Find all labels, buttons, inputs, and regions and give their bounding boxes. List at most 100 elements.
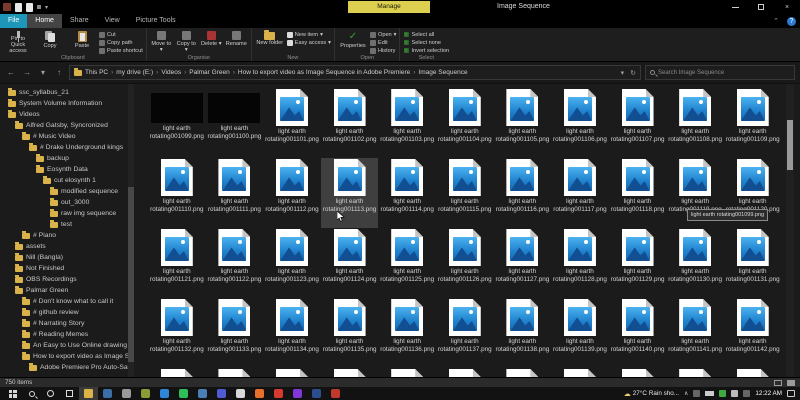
file-item[interactable]: light earth rotating001138.png xyxy=(494,298,552,368)
tray-app-icon[interactable] xyxy=(693,390,701,397)
taskbar-app-green[interactable] xyxy=(174,387,193,400)
help-icon[interactable]: ? xyxy=(787,16,796,26)
file-item[interactable]: light earth rotating001106.png xyxy=(551,88,609,158)
task-view-button[interactable] xyxy=(60,387,79,400)
new-folder-button[interactable]: New folder xyxy=(255,30,285,54)
file-item[interactable]: light earth rotating001136.png xyxy=(378,298,436,368)
file-item[interactable] xyxy=(378,368,436,377)
sidebar-item[interactable]: How to export video as Image S xyxy=(0,351,146,362)
history-button[interactable]: History xyxy=(369,47,397,54)
sidebar-item[interactable]: System Volume Information xyxy=(0,98,146,109)
taskbar-app-olive[interactable] xyxy=(136,387,155,400)
tab-view[interactable]: View xyxy=(97,14,128,28)
tray-green-icon[interactable] xyxy=(719,390,727,397)
file-item[interactable] xyxy=(263,368,321,377)
sidebar-item[interactable]: Videos xyxy=(0,109,146,120)
minimize-button[interactable] xyxy=(722,0,748,14)
file-item[interactable]: light earth rotating001130.png xyxy=(666,228,724,298)
file-item[interactable]: light earth rotating001112.png xyxy=(263,158,321,228)
collapse-ribbon-icon[interactable]: ⌃ xyxy=(773,17,779,25)
sidebar-item[interactable]: cut elosynth 1 xyxy=(0,175,146,186)
new-item-button[interactable]: New item ▾ xyxy=(286,31,331,38)
file-item[interactable]: light earth rotating001141.png xyxy=(666,298,724,368)
files-scrollbar-thumb[interactable] xyxy=(787,120,793,170)
file-item[interactable] xyxy=(494,368,552,377)
file-item[interactable]: light earth rotating001124.png xyxy=(321,228,379,298)
sidebar-item[interactable]: # Music Video xyxy=(0,131,146,142)
file-item[interactable]: light earth rotating001114.png xyxy=(378,158,436,228)
file-item[interactable]: light earth rotating001117.png xyxy=(551,158,609,228)
file-item[interactable]: light earth rotating001110.png xyxy=(148,158,206,228)
network-icon[interactable] xyxy=(731,390,739,397)
file-item[interactable] xyxy=(206,368,264,377)
breadcrumb-item[interactable]: This PC xyxy=(85,69,108,76)
file-item[interactable]: light earth rotating001134.png xyxy=(263,298,321,368)
taskbar-app-crimson[interactable] xyxy=(326,387,345,400)
file-item[interactable]: light earth rotating001129.png xyxy=(609,228,667,298)
taskbar-app-red[interactable] xyxy=(269,387,288,400)
file-item[interactable]: light earth rotating001121.png xyxy=(148,228,206,298)
file-item[interactable]: light earth rotating001099.png xyxy=(148,88,206,158)
easy-access-button[interactable]: Easy access ▾ xyxy=(286,39,331,46)
file-item[interactable]: light earth rotating001139.png xyxy=(551,298,609,368)
qat-item-icon[interactable] xyxy=(37,5,41,9)
file-item[interactable]: light earth rotating001111.png xyxy=(206,158,264,228)
contextual-tab-label[interactable]: Manage xyxy=(348,1,430,13)
start-button[interactable] xyxy=(3,387,22,400)
sidebar-item[interactable]: # Don't know what to call it xyxy=(0,296,146,307)
taskbar-app-indigo[interactable] xyxy=(212,387,231,400)
delete-button[interactable]: Delete ▾ xyxy=(200,30,223,54)
taskbar-app-light[interactable] xyxy=(231,387,250,400)
file-item[interactable] xyxy=(724,368,782,377)
breadcrumb-item[interactable]: Image Sequence xyxy=(418,69,467,76)
sidebar-item[interactable]: # Piano xyxy=(0,230,146,241)
file-item[interactable]: light earth rotating001122.png xyxy=(206,228,264,298)
refresh-icon[interactable]: ↻ xyxy=(630,69,636,77)
sidebar-item[interactable]: modified sequence xyxy=(0,186,146,197)
sidebar-item[interactable]: Nill (Bangla) xyxy=(0,252,146,263)
file-item[interactable]: light earth rotating001100.png xyxy=(206,88,264,158)
forward-icon[interactable]: → xyxy=(21,68,33,77)
file-item[interactable]: light earth rotating001103.png xyxy=(378,88,436,158)
select-all-button[interactable]: ▦ Select all xyxy=(403,31,449,38)
taskbar-app-gray[interactable] xyxy=(117,387,136,400)
taskbar-app-navy[interactable] xyxy=(307,387,326,400)
tab-share[interactable]: Share xyxy=(62,14,97,28)
maximize-button[interactable] xyxy=(748,0,774,14)
file-item[interactable]: light earth rotating001126.png xyxy=(436,228,494,298)
breadcrumb-item[interactable]: my drive (E:) xyxy=(116,69,153,76)
qat-customize-icon[interactable]: ▾ xyxy=(45,4,48,11)
sidebar-item[interactable]: backup xyxy=(0,153,146,164)
sidebar-item[interactable]: raw img sequence xyxy=(0,208,146,219)
sidebar-item[interactable]: # github review xyxy=(0,307,146,318)
cortana-button[interactable] xyxy=(41,387,60,400)
file-item[interactable] xyxy=(436,368,494,377)
address-dropdown-icon[interactable]: ▾ xyxy=(621,69,625,77)
file-item[interactable]: light earth rotating001132.png xyxy=(148,298,206,368)
taskbar-search-button[interactable] xyxy=(22,387,41,400)
breadcrumb-item[interactable]: Videos xyxy=(161,69,181,76)
weather-widget[interactable]: ☁ 27°C Rain sho... xyxy=(624,390,679,398)
file-item[interactable]: light earth rotating001125.png xyxy=(378,228,436,298)
taskbar-app-steel[interactable] xyxy=(193,387,212,400)
address-box[interactable]: This PC › my drive (E:) › Videos › Palmar Gree… xyxy=(69,65,641,80)
properties-button[interactable]: ✓ Properties xyxy=(338,30,368,54)
file-item[interactable]: light earth rotating001137.png xyxy=(436,298,494,368)
sidebar-scrollbar[interactable] xyxy=(128,84,134,377)
file-item[interactable]: light earth rotating001127.png xyxy=(494,228,552,298)
back-icon[interactable]: ← xyxy=(5,68,17,77)
file-item[interactable]: light earth rotating001109.png xyxy=(724,88,782,158)
files-scrollbar[interactable] xyxy=(786,84,794,377)
thumbnail-view-icon[interactable] xyxy=(787,379,795,386)
sidebar-item[interactable]: # Reading Memes xyxy=(0,329,146,340)
file-item[interactable]: light earth rotating001135.png xyxy=(321,298,379,368)
taskbar-app-folder-blue[interactable] xyxy=(98,387,117,400)
clock[interactable]: 12:22 AM xyxy=(755,390,782,397)
sidebar-item[interactable]: Not Finished xyxy=(0,263,146,274)
file-item[interactable]: light earth rotating001116.png xyxy=(494,158,552,228)
move-to-button[interactable]: Move to ▾ xyxy=(150,30,173,54)
edit-button[interactable]: Edit xyxy=(369,39,397,46)
file-item[interactable]: light earth rotating001128.png xyxy=(551,228,609,298)
invert-selection-button[interactable]: ▦ Invert selection xyxy=(403,47,449,54)
file-item[interactable]: light earth rotating001123.png xyxy=(263,228,321,298)
